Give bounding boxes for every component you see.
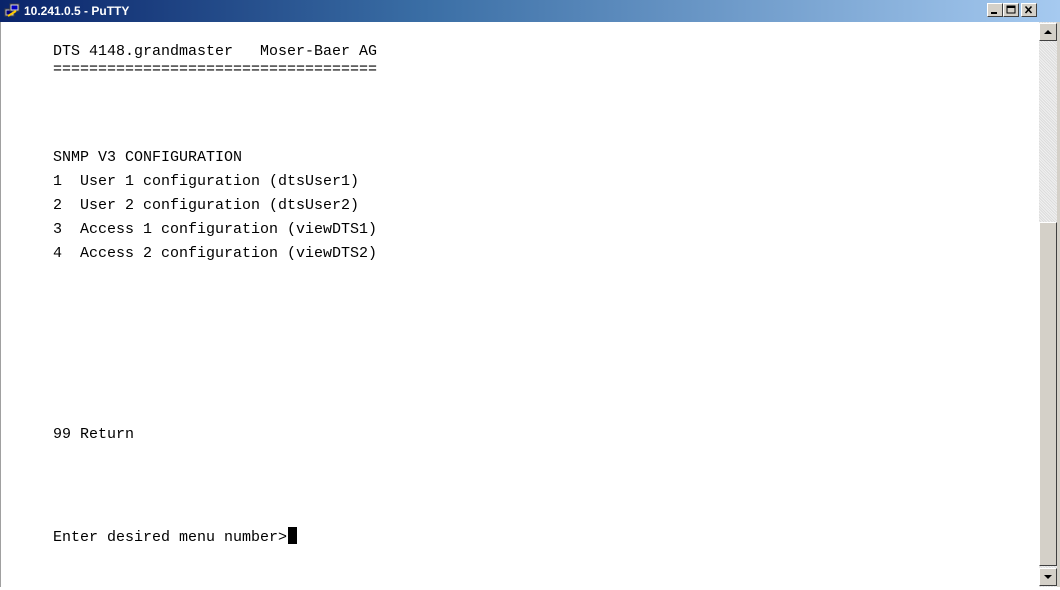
arrow-up-icon xyxy=(1044,30,1052,34)
text-cursor xyxy=(288,527,298,544)
scroll-down-button[interactable] xyxy=(1039,568,1057,586)
prompt-text: Enter desired menu number> xyxy=(53,529,288,546)
vertical-scrollbar[interactable] xyxy=(1039,22,1057,587)
menu-item-user2: 2 User 2 configuration (dtsUser2) xyxy=(53,197,360,214)
scroll-up-button[interactable] xyxy=(1039,23,1057,41)
prompt-line: Enter desired menu number> xyxy=(53,527,298,547)
close-button[interactable] xyxy=(1021,3,1037,17)
putty-window: 10.241.0.5 - PuTTY DTS 4148.grandmaster … xyxy=(0,0,1060,587)
menu-title: SNMP V3 CONFIGURATION xyxy=(53,149,243,166)
terminal-screen[interactable]: DTS 4148.grandmaster Moser-Baer AG =====… xyxy=(5,22,1037,587)
window-border-left xyxy=(0,22,4,587)
scrollbar-thumb[interactable] xyxy=(1039,222,1057,566)
terminal-header-line: DTS 4148.grandmaster Moser-Baer AG xyxy=(53,43,378,60)
window-title: 10.241.0.5 - PuTTY xyxy=(24,4,130,18)
minimize-icon xyxy=(991,12,997,14)
title-bar[interactable]: 10.241.0.5 - PuTTY xyxy=(0,0,1060,22)
close-icon xyxy=(1024,5,1033,14)
maximize-icon xyxy=(1006,5,1016,14)
minimize-button[interactable] xyxy=(987,3,1003,17)
maximize-button[interactable] xyxy=(1003,3,1019,17)
menu-item-access2: 4 Access 2 configuration (viewDTS2) xyxy=(53,245,378,262)
putty-icon[interactable] xyxy=(4,3,20,19)
menu-item-return: 99 Return xyxy=(53,426,135,443)
menu-item-access1: 3 Access 1 configuration (viewDTS1) xyxy=(53,221,378,238)
terminal-separator-line: ==================================== xyxy=(53,61,378,78)
menu-item-user1: 1 User 1 configuration (dtsUser1) xyxy=(53,173,360,190)
arrow-down-icon xyxy=(1044,575,1052,579)
